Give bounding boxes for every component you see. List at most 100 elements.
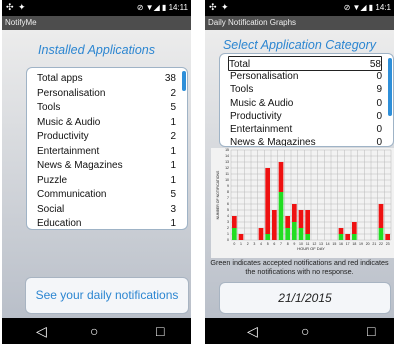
status-bar: ✣ ✦ ⊘ ▼◢ ▮ 14:1 (205, 0, 394, 16)
list-item[interactable]: Puzzle 1 (37, 173, 176, 188)
bar-no-response (352, 222, 357, 234)
list-item-count: 38 (164, 73, 176, 84)
list-item-count: 5 (170, 189, 176, 200)
x-tick-label: 1 (240, 242, 242, 246)
list-item-count: 2 (170, 87, 176, 99)
recents-button[interactable]: □ (156, 322, 164, 340)
notification-icons: ✣ ✦ (6, 2, 27, 12)
bar-accepted (298, 228, 304, 240)
list-item[interactable]: Tools 5 (37, 100, 176, 115)
list-scrollbar[interactable] (388, 58, 392, 116)
x-tick-label: 17 (346, 242, 350, 246)
bar-no-response (265, 168, 270, 234)
list-item[interactable]: Personalisation 2 (37, 86, 176, 101)
y-axis-label: NUMBER OF NOTIFICATIONS (216, 170, 220, 219)
list-item-label: News & Magazines (230, 137, 316, 147)
app-title: Daily Notification Graphs (205, 16, 394, 30)
list-item[interactable]: Education 1 (37, 216, 176, 229)
bar-accepted (338, 234, 344, 240)
home-button[interactable]: ○ (301, 322, 309, 340)
x-tick-label: 4 (260, 242, 262, 246)
y-tick-label: 13 (225, 160, 229, 164)
daily-notifications-button[interactable]: See your daily notifications (25, 277, 189, 314)
y-tick-label: 14 (225, 154, 229, 158)
y-tick-label: 2 (227, 226, 229, 230)
recents-button[interactable]: □ (367, 322, 375, 340)
x-tick-label: 19 (359, 242, 363, 246)
x-tick-label: 14 (326, 242, 330, 246)
bar-no-response (298, 210, 304, 228)
y-tick-label: 11 (225, 172, 229, 176)
nav-bar: ◁ ○ □ (205, 318, 394, 344)
nav-bar: ◁ ○ □ (2, 318, 191, 344)
list-item-label: Entertainment (37, 145, 100, 157)
back-button[interactable]: ◁ (247, 322, 258, 340)
list-item[interactable]: Productivity 2 (37, 129, 176, 144)
daily-notifications-chart: 0123456789101112131415 0 1 2 3 4 5 6 7 8 9 10 11 12 1… (211, 148, 394, 258)
bar-accepted (232, 228, 237, 240)
page-title: Select Application Category (222, 38, 377, 52)
date-picker-button[interactable]: 21/1/2015 (219, 282, 391, 314)
y-tick-label: 12 (225, 166, 229, 170)
bar-no-response (258, 228, 264, 240)
bar-accepted (378, 228, 384, 240)
chart-caption: Green indicates accepted notifications a… (210, 258, 389, 276)
x-tick-label: 7 (280, 242, 282, 246)
x-tick-label: 8 (287, 242, 289, 246)
list-item-label: Music & Audio (37, 116, 101, 128)
status-icons: ⊘ ▼◢ ▮ 14:1 (343, 3, 391, 12)
home-button[interactable]: ○ (90, 322, 98, 340)
installed-apps-list[interactable]: Total apps 38 Personalisation 2 Tools 5 Music … (26, 67, 188, 230)
bar-no-response (345, 234, 350, 240)
x-tick-label: 22 (379, 242, 383, 246)
list-item-label: Communication (37, 189, 107, 200)
back-button[interactable]: ◁ (36, 322, 47, 340)
y-tick-label: 1 (227, 232, 229, 236)
bar-no-response (238, 234, 244, 240)
x-tick-label: 15 (332, 242, 336, 246)
bar-accepted (278, 192, 284, 240)
list-item-label: Social (37, 203, 65, 215)
list-item[interactable]: Music & Audio 1 (37, 115, 176, 130)
bar-no-response (272, 210, 277, 240)
list-item-count: 1 (170, 145, 176, 157)
status-time: 14:1 (375, 3, 391, 12)
y-tick-label: 9 (227, 184, 229, 188)
list-item-count: 5 (170, 102, 176, 113)
list-item[interactable]: Entertainment 1 (37, 144, 176, 159)
bar-no-response (292, 204, 297, 222)
x-tick-label: 6 (273, 242, 275, 246)
status-bar: ✣ ✦ ⊘ ▼◢ ▮ 14:11 (2, 0, 191, 16)
list-item[interactable]: Total apps 38 (37, 71, 176, 86)
list-item-label: Productivity (37, 131, 89, 142)
list-item-label: News & Magazines (37, 160, 123, 171)
bar-no-response (232, 216, 237, 228)
app-title: NotifyMe (2, 16, 191, 30)
bar-no-response (338, 228, 344, 234)
bar-no-response (278, 162, 284, 192)
category-list[interactable]: Total 58 Personalisation 0 Tools 9 Music & Aud… (219, 53, 394, 147)
list-scrollbar[interactable] (182, 71, 186, 91)
list-item[interactable]: Social 3 (37, 202, 176, 217)
list-item-count: 1 (170, 116, 176, 128)
list-item[interactable]: News & Magazines 0 (230, 135, 382, 147)
daily-graphs-screen: ✣ ✦ ⊘ ▼◢ ▮ 14:1 Daily Notification Graph… (205, 0, 394, 344)
y-tick-label: 6 (227, 202, 229, 206)
list-item[interactable]: Communication 5 (37, 187, 176, 202)
x-tick-label: 18 (352, 242, 356, 246)
x-tick-label: 16 (339, 242, 343, 246)
list-item-count: 1 (170, 174, 176, 186)
list-item-label: Education (37, 218, 82, 229)
list-item-count: 3 (170, 203, 176, 215)
status-icons: ⊘ ▼◢ ▮ 14:11 (136, 3, 188, 12)
bar-accepted (265, 234, 270, 240)
list-item[interactable]: News & Magazines 1 (37, 158, 176, 173)
y-tick-label: 7 (227, 196, 229, 200)
page-title: Installed Applications (38, 43, 155, 57)
x-tick-label: 9 (293, 242, 295, 246)
x-tick-label: 5 (267, 242, 269, 246)
bar-no-response (305, 210, 310, 234)
list-item-count: 0 (376, 137, 382, 147)
x-tick-label: 3 (253, 242, 255, 246)
y-tick-label: 15 (225, 148, 229, 152)
